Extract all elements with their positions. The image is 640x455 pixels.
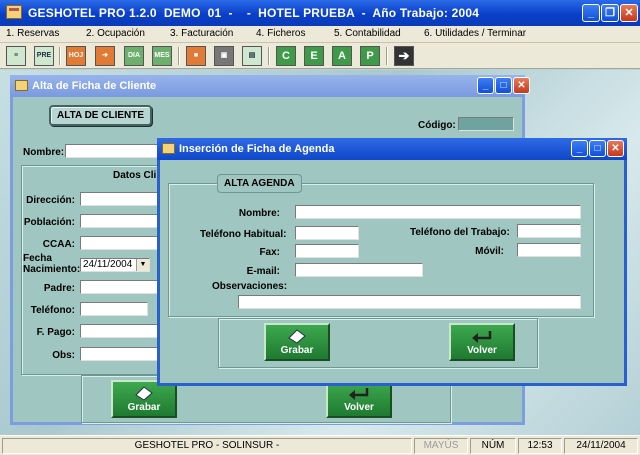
minimize-icon[interactable]: _: [477, 77, 494, 94]
status-time: 12:53: [518, 438, 562, 454]
status-caps: MAYÚS: [414, 438, 468, 454]
c-button[interactable]: C: [276, 46, 296, 66]
export-icon[interactable]: ➔: [95, 46, 115, 66]
client-window-titlebar[interactable]: Alta de Ficha de Cliente _ □ ✕: [10, 75, 530, 97]
padre-label: Padre:: [43, 283, 75, 294]
codigo-field[interactable]: [458, 117, 514, 131]
status-date: 24/11/2004: [564, 438, 638, 454]
toolbar-separator: [386, 47, 388, 65]
maximize-icon[interactable]: □: [495, 77, 512, 94]
a-button[interactable]: A: [332, 46, 352, 66]
status-bar: GESHOTEL PRO - SOLINSUR - MAYÚS NÚM 12:5…: [0, 435, 640, 455]
poblacion-label: Población:: [23, 217, 75, 228]
stop-icon[interactable]: ■: [186, 46, 206, 66]
eraser-save-icon: [135, 386, 153, 401]
ccaa-label: CCAA:: [42, 239, 75, 250]
direccion-label: Dirección:: [26, 195, 75, 206]
menu-ficheros[interactable]: 4. Ficheros: [256, 28, 305, 39]
maximize-icon[interactable]: □: [589, 140, 606, 157]
menu-bar: 1. Reservas 2. Ocupación 3. Facturación …: [0, 26, 640, 43]
return-arrow-icon: [349, 388, 369, 400]
fecha-nacimiento-value: 24/11/2004: [83, 259, 133, 270]
dia-button[interactable]: DIA: [124, 46, 144, 66]
p-button[interactable]: P: [360, 46, 380, 66]
agenda-window-title: Inserción de Ficha de Agenda: [179, 143, 335, 155]
status-app: GESHOTEL PRO - SOLINSUR -: [2, 438, 412, 454]
obs-label: Obs:: [52, 350, 75, 361]
agenda-volver-button[interactable]: Volver: [449, 323, 515, 361]
menu-reservas[interactable]: 1. Reservas: [6, 28, 59, 39]
movil-label: Móvil:: [475, 246, 504, 257]
agenda-nombre-label: Nombre:: [238, 208, 280, 219]
menu-facturacion[interactable]: 3. Facturación: [170, 28, 233, 39]
email-field[interactable]: [295, 263, 423, 277]
agenda-window: Inserción de Ficha de Agenda _ □ ✕ ALTA …: [157, 138, 627, 386]
nacimiento-label: Nacimiento:: [23, 264, 81, 275]
tel-habitual-label: Teléfono Habitual:: [200, 229, 287, 240]
folder-icon: [15, 80, 28, 91]
menu-ocupacion[interactable]: 2. Ocupación: [86, 28, 145, 39]
return-arrow-icon: [472, 331, 492, 343]
fecha-label: Fecha: [23, 253, 52, 264]
client-header-label: ALTA DE CLIENTE: [49, 105, 153, 126]
fax-field[interactable]: [295, 244, 359, 258]
agenda-grabar-button[interactable]: Grabar: [264, 323, 330, 361]
toolbar-separator: [268, 47, 270, 65]
telefono-field[interactable]: [80, 302, 148, 316]
pre-button[interactable]: PRE: [34, 46, 54, 66]
agenda-grabar-label: Grabar: [280, 345, 314, 356]
toolbar-separator: [178, 47, 180, 65]
observaciones-label: Observaciones:: [212, 281, 288, 292]
agenda-volver-label: Volver: [467, 345, 497, 356]
close-icon[interactable]: ✕: [513, 77, 530, 94]
tel-trabajo-field[interactable]: [517, 224, 581, 238]
exit-arrow-icon[interactable]: ➔: [394, 46, 414, 66]
codigo-label: Código:: [418, 120, 456, 131]
mes-button[interactable]: MES: [152, 46, 172, 66]
document-icon[interactable]: ▤: [242, 46, 262, 66]
app-title: GESHOTEL PRO 1.2.0 DEMO 01 - - HOTEL PRU…: [28, 6, 480, 20]
folder-icon: [162, 143, 175, 154]
eraser-save-icon: [288, 329, 306, 344]
close-icon[interactable]: ✕: [607, 140, 624, 157]
movil-field[interactable]: [517, 243, 581, 257]
fpago-label: F. Pago:: [36, 327, 75, 338]
toolbar-separator: [59, 47, 61, 65]
agenda-nombre-field[interactable]: [295, 205, 581, 219]
e-button[interactable]: E: [304, 46, 324, 66]
tel-trabajo-label: Teléfono del Trabajo:: [410, 227, 510, 238]
app-icon: [6, 5, 22, 19]
app-titlebar: GESHOTEL PRO 1.2.0 DEMO 01 - - HOTEL PRU…: [0, 0, 640, 26]
toolbar: ≡ PRE HOJ ➔ DIA MES ■ ▣ ▤ C E A P ➔: [0, 43, 640, 69]
menu-contabilidad[interactable]: 5. Contabilidad: [334, 28, 401, 39]
save-disk-icon[interactable]: ▣: [214, 46, 234, 66]
agenda-window-titlebar[interactable]: Inserción de Ficha de Agenda _ □ ✕: [157, 138, 627, 160]
fecha-nacimiento-combo[interactable]: 24/11/2004 ▼: [80, 258, 150, 272]
datos-cliente-label: Datos Cli: [113, 170, 157, 181]
email-label: E-mail:: [246, 266, 280, 277]
minimize-icon[interactable]: _: [582, 4, 600, 22]
minimize-icon[interactable]: _: [571, 140, 588, 157]
observaciones-field[interactable]: [238, 295, 581, 309]
client-grabar-label: Grabar: [127, 402, 161, 413]
telefono-label: Teléfono:: [30, 305, 75, 316]
status-num: NÚM: [470, 438, 516, 454]
hoj-button[interactable]: HOJ: [66, 46, 86, 66]
fax-label: Fax:: [259, 247, 280, 258]
nombre-label: Nombre:: [23, 147, 65, 158]
restore-icon[interactable]: ❐: [601, 4, 619, 22]
nombre-field[interactable]: [65, 144, 165, 158]
agenda-header-label: ALTA AGENDA: [217, 174, 302, 193]
tel-habitual-field[interactable]: [295, 226, 359, 240]
chevron-down-icon[interactable]: ▼: [136, 259, 149, 271]
client-volver-label: Volver: [344, 402, 374, 413]
client-window-title: Alta de Ficha de Cliente: [32, 80, 157, 92]
list-icon[interactable]: ≡: [6, 46, 26, 66]
menu-utilidades[interactable]: 6. Utilidades / Terminar: [424, 28, 526, 39]
close-icon[interactable]: ✕: [620, 4, 638, 22]
